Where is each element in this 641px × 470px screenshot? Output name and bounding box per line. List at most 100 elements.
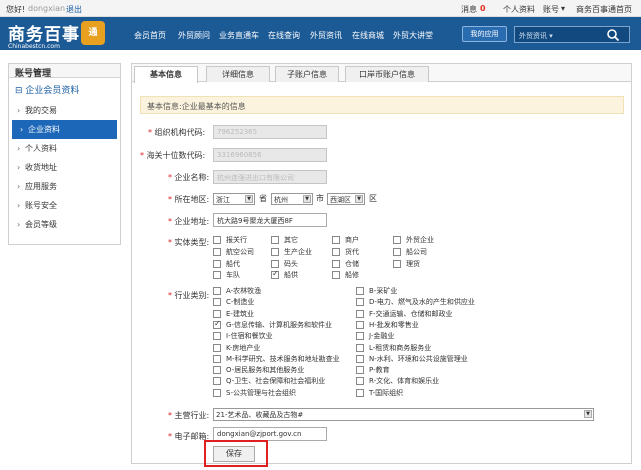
province-select[interactable]: 浙江 ▼ [213, 193, 255, 205]
main-industry-select[interactable]: 21-艺术品、收藏品及古物# ▼ [213, 408, 594, 421]
district-unit: 区 [369, 194, 377, 203]
industry-checkbox[interactable] [356, 309, 364, 318]
top-bar: 您好! dongxian 退出 消息 0 个人资料 账号 ▾ 商务百事通首页 [0, 0, 641, 17]
org-code-label-text: 组织机构代码: [154, 128, 206, 137]
entity-type-option-label: 生产企业 [284, 248, 312, 256]
save-button[interactable]: 保存 [213, 446, 255, 462]
search-icon[interactable] [606, 28, 620, 42]
industry-option-label: H-批发和零售业 [369, 320, 419, 329]
main-industry-label: * 主营行业: [168, 410, 209, 421]
industry-checkbox[interactable] [356, 377, 364, 386]
account-menu[interactable]: 账号 [543, 4, 559, 15]
entity-type-option-label: 车队 [226, 271, 240, 279]
industry-label-text: 行业类别: [174, 291, 210, 300]
industry-checkbox[interactable] [356, 388, 364, 397]
industry-checkbox[interactable] [213, 354, 221, 363]
nav-item-online-mall[interactable]: 在线商城 [352, 30, 384, 41]
entity-type-label: * 实体类型: [168, 237, 209, 248]
nav-item-business-express[interactable]: 业务直通车 [219, 30, 259, 41]
industry-checkbox[interactable] [213, 343, 221, 352]
chevron-down-icon: ▼ [245, 195, 253, 203]
sidebar-item-my-trades[interactable]: 我的交易 [9, 101, 120, 120]
industry-option-label: J-金融业 [369, 332, 395, 341]
industry-checkbox[interactable] [213, 332, 221, 341]
industry-checkbox[interactable] [213, 309, 221, 318]
site-home-link[interactable]: 商务百事通首页 [576, 4, 632, 15]
nav-item-trade-advisor[interactable]: 外贸顾问 [178, 30, 210, 41]
industry-option-label: N-水利、环境和公共设施管理业 [369, 354, 468, 363]
sidebar-item-company-info[interactable]: 企业资料 [12, 120, 117, 139]
province-unit: 省 [259, 194, 267, 203]
sidebar-title: 账号管理 [9, 64, 120, 79]
city-unit: 市 [316, 194, 324, 203]
tab-detail-info[interactable]: 详细信息 [206, 66, 270, 82]
entity-type-checkbox[interactable] [332, 260, 340, 268]
entity-type-checkbox[interactable] [332, 236, 340, 244]
industry-checkbox[interactable] [356, 354, 364, 363]
sidebar-section[interactable]: ⊟ 企业会员资料 [9, 78, 120, 101]
industry-checkbox[interactable] [213, 319, 221, 329]
email-field[interactable]: dongxian@zjport.gov.cn [213, 427, 327, 441]
industry-checkbox[interactable] [213, 388, 221, 397]
industry-checkbox[interactable] [213, 377, 221, 386]
industry-option-label: I-住宿和餐饮业 [226, 332, 273, 341]
entity-type-checkbox[interactable] [393, 236, 401, 244]
sidebar-item-account-security[interactable]: 账号安全 [9, 196, 120, 215]
entity-type-checkbox[interactable] [271, 236, 279, 244]
industry-checkbox[interactable] [213, 287, 221, 295]
messages-link[interactable]: 消息 [461, 4, 477, 15]
tab-basic-info[interactable]: 基本信息 [134, 66, 198, 83]
entity-type-option-label: 货代 [345, 248, 359, 256]
entity-type-checkbox[interactable] [213, 236, 221, 244]
industry-checkbox[interactable] [213, 366, 221, 375]
sidebar-item-app-services[interactable]: 应用服务 [9, 177, 120, 196]
industry-option-label: G-信息传输、计算机服务和软件业 [226, 320, 332, 329]
nav-item-trade-lectures[interactable]: 外贸大讲堂 [393, 30, 433, 41]
industry-checkbox[interactable] [356, 343, 364, 352]
industry-checkbox[interactable] [356, 320, 364, 329]
nav-item-trade-news[interactable]: 外贸资讯 [310, 30, 342, 41]
industry-checkbox[interactable] [356, 298, 364, 307]
entity-type-checkbox[interactable] [213, 260, 221, 268]
address-field[interactable]: 杭大路9号聚龙大厦西8F [213, 213, 327, 227]
sidebar-item-shipping-address[interactable]: 收货地址 [9, 158, 120, 177]
industry-checkbox[interactable] [356, 332, 364, 341]
city-select[interactable]: 杭州 ▼ [271, 193, 313, 205]
tab-port-currency[interactable]: 口岸币账户信息 [345, 66, 429, 82]
logo[interactable]: 商务百事 Chinabestcn.com [8, 20, 80, 50]
nav-item-member-home[interactable]: 会员首页 [134, 30, 166, 41]
tab-sub-accounts[interactable]: 子账户信息 [275, 66, 339, 82]
entity-type-checkbox[interactable] [393, 260, 401, 268]
personal-link[interactable]: 个人资料 [503, 4, 535, 15]
my-apps-button[interactable]: 我的应用 [462, 26, 507, 42]
company-name-label: * 企业名称: [168, 172, 209, 183]
industry-option-label: M-科学研究、技术服务和地址勘查业 [226, 354, 340, 363]
main-industry-value: 21-艺术品、收藏品及古物# [216, 411, 304, 419]
nav-item-online-query[interactable]: 在线查询 [268, 30, 300, 41]
entity-type-checkbox[interactable] [393, 248, 401, 256]
entity-type-option-label: 仓储 [345, 260, 359, 268]
entity-type-checkbox[interactable] [213, 271, 221, 279]
district-value: 西湖区 [330, 196, 351, 204]
entity-type-checkbox[interactable] [271, 248, 279, 256]
address-label-text: 企业地址: [174, 217, 210, 226]
sidebar-item-member-level[interactable]: 会员等级 [9, 215, 120, 234]
entity-type-checkbox[interactable] [271, 269, 279, 279]
entity-type-checkbox[interactable] [213, 248, 221, 256]
entity-type-checkbox[interactable] [271, 260, 279, 268]
entity-type-checkbox[interactable] [332, 271, 340, 279]
industry-checkbox[interactable] [356, 366, 364, 375]
industry-checkbox[interactable] [213, 298, 221, 307]
industry-option-label: A-农林牧渔 [226, 287, 262, 295]
industry-checkbox[interactable] [356, 287, 364, 295]
sidebar-item-personal-info[interactable]: 个人资料 [9, 139, 120, 158]
logout-link[interactable]: 退出 [66, 4, 82, 15]
chevron-down-icon: ▼ [584, 410, 592, 418]
industry-option-label: P-教育 [369, 366, 390, 375]
org-code-label: * 组织机构代码: [148, 127, 205, 138]
district-select[interactable]: 西湖区 ▼ [327, 193, 365, 205]
required-marker: * [168, 217, 172, 226]
industry-option-label: Q-卫生、社会保障和社会福利业 [226, 377, 326, 386]
entity-type-checkbox[interactable] [332, 248, 340, 256]
entity-type-option-label: 码头 [284, 260, 298, 268]
